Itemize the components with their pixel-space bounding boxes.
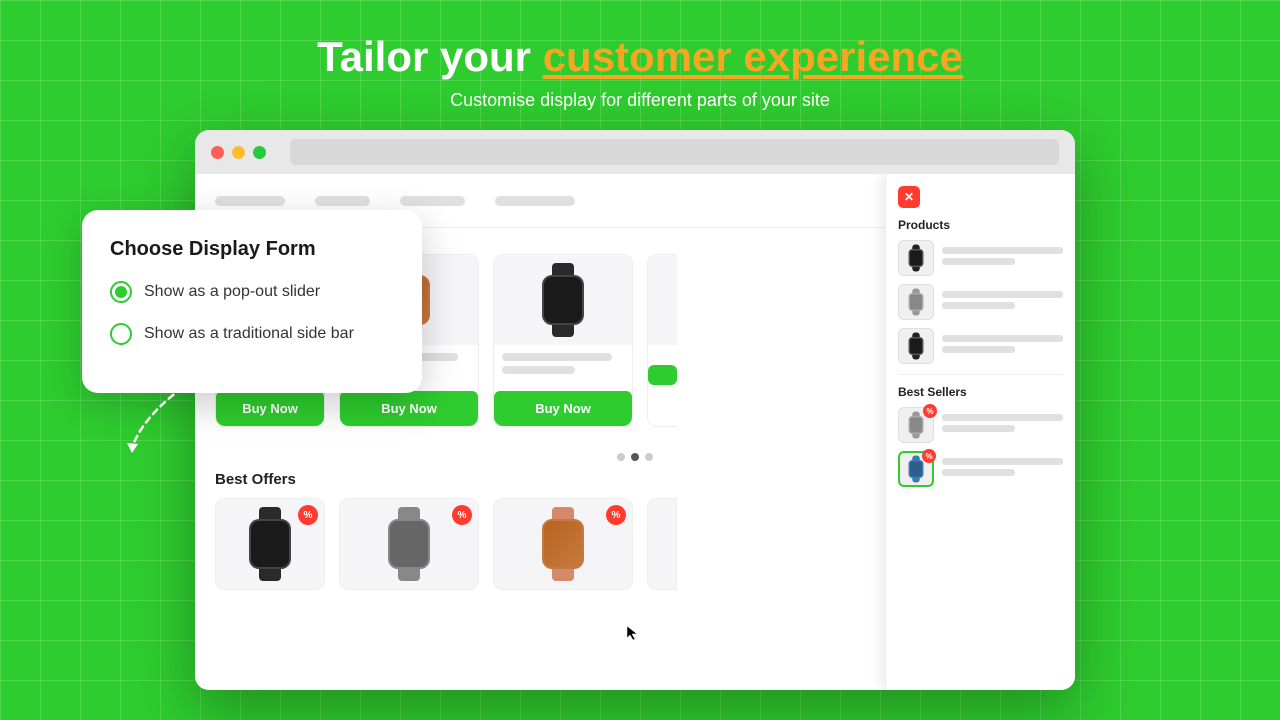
offer-badge-2: % — [452, 505, 472, 525]
sidebar-bestseller-thumb-2: % — [898, 451, 934, 487]
nav-item-3 — [400, 196, 465, 206]
sidebar-product-item-3 — [898, 328, 1063, 364]
product-card-3: Buy Now — [493, 254, 633, 427]
sidebar-divider — [898, 374, 1063, 375]
product-info-4 — [648, 345, 677, 361]
offer-card-1: % — [215, 498, 325, 590]
page-wrapper: Tailor your customer experience Customis… — [0, 0, 1280, 720]
offer-image-4 — [648, 499, 676, 589]
sidebar-product-thumb-2 — [898, 284, 934, 320]
dashed-arrow — [122, 388, 242, 458]
sidebar-product-bars-3 — [942, 335, 1063, 357]
radio-label-popup-slider: Show as a pop-out slider — [144, 283, 320, 301]
product-card-4: B — [647, 254, 677, 427]
choose-display-title: Choose Display Form — [110, 238, 394, 261]
offer-card-4 — [647, 498, 677, 590]
nav-items — [215, 196, 575, 206]
product-image-4 — [648, 255, 677, 345]
sidebar-bestseller-thumb-1: % — [898, 407, 934, 443]
nav-item-2 — [315, 196, 370, 206]
buy-now-button-4[interactable]: B — [648, 365, 677, 385]
title-highlight: customer experience — [543, 33, 963, 80]
dot-1[interactable] — [617, 453, 625, 461]
radio-label-traditional-sidebar: Show as a traditional side bar — [144, 325, 354, 343]
sidebar-panel: ✕ Products — [885, 174, 1075, 690]
sidebar-best-sellers-title: Best Sellers — [898, 385, 1063, 399]
offer-badge-3: % — [606, 505, 626, 525]
sidebar-bestseller-bars-2 — [942, 458, 1063, 480]
radio-traditional-sidebar[interactable] — [110, 323, 132, 345]
sidebar-product-thumb-3 — [898, 328, 934, 364]
sidebar-product-item-1 — [898, 240, 1063, 276]
buy-now-button-2[interactable]: Buy Now — [340, 391, 478, 426]
close-dot[interactable] — [211, 146, 224, 159]
title-before: Tailor your — [317, 33, 543, 80]
main-title: Tailor your customer experience — [317, 32, 963, 82]
nav-item-1 — [215, 196, 285, 206]
offer-badge-1: % — [298, 505, 318, 525]
header-section: Tailor your customer experience Customis… — [317, 0, 963, 111]
browser-toolbar — [195, 130, 1075, 174]
dot-2[interactable] — [631, 453, 639, 461]
offer-card-2: % — [339, 498, 479, 590]
sidebar-bestseller-item-1: % — [898, 407, 1063, 443]
radio-option-popup-slider[interactable]: Show as a pop-out slider — [110, 281, 394, 303]
cursor — [625, 624, 643, 642]
sidebar-product-bars-1 — [942, 247, 1063, 269]
sidebar-products-title: Products — [898, 218, 1063, 232]
product-info-3 — [494, 345, 632, 387]
offer-card-3: % — [493, 498, 633, 590]
bestseller-badge-1: % — [923, 404, 937, 418]
choose-display-card: Choose Display Form Show as a pop-out sl… — [82, 210, 422, 393]
maximize-dot[interactable] — [253, 146, 266, 159]
nav-item-4 — [495, 196, 575, 206]
minimize-dot[interactable] — [232, 146, 245, 159]
sidebar-bestseller-item-2: % — [898, 451, 1063, 487]
sidebar-bestseller-bars-1 — [942, 414, 1063, 436]
address-bar[interactable] — [290, 139, 1059, 165]
radio-popup-slider[interactable] — [110, 281, 132, 303]
sidebar-product-bars-2 — [942, 291, 1063, 313]
bestseller-badge-2: % — [922, 449, 936, 463]
radio-option-traditional-sidebar[interactable]: Show as a traditional side bar — [110, 323, 394, 345]
buy-now-button-3[interactable]: Buy Now — [494, 391, 632, 426]
product-image-3 — [494, 255, 632, 345]
sidebar-product-item-2 — [898, 284, 1063, 320]
sidebar-product-thumb-1 — [898, 240, 934, 276]
sidebar-close-button[interactable]: ✕ — [898, 186, 920, 208]
dot-3[interactable] — [645, 453, 653, 461]
subtitle: Customise display for different parts of… — [317, 90, 963, 111]
